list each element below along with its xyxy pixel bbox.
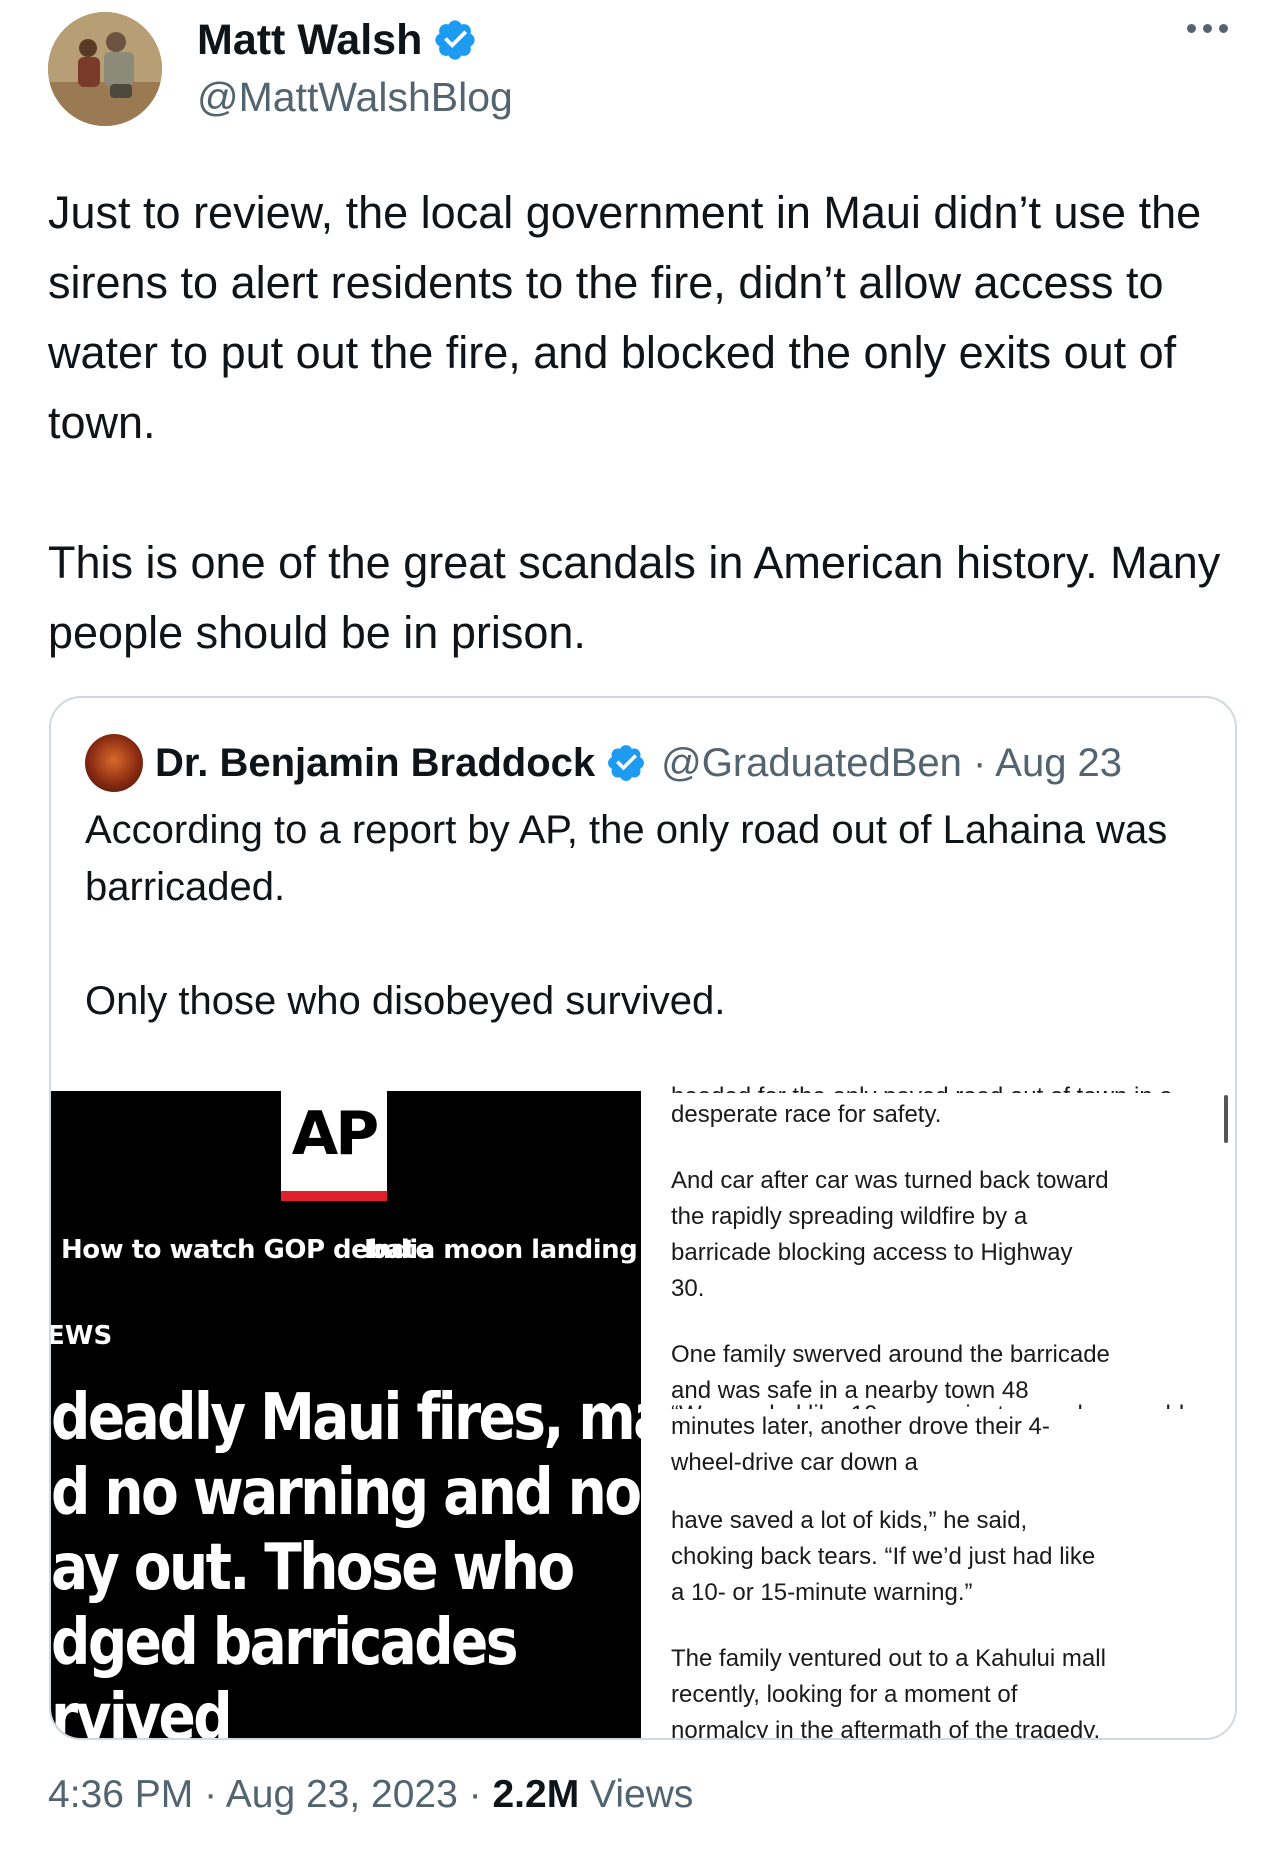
verified-badge-icon xyxy=(435,20,476,60)
more-dot xyxy=(1219,24,1228,33)
headline-line: d no warning and no xyxy=(51,1456,641,1530)
article-paragraph: The family ventured out to a Kahului mal… xyxy=(671,1645,1106,1740)
quoted-tweet-card[interactable]: Dr. Benjamin Braddock @GraduatedBen · Au… xyxy=(49,696,1237,1740)
quoted-paragraph: Only those who disobeyed survived. xyxy=(85,979,726,1023)
article-cut-line: headed for the only paved road out of to… xyxy=(671,1079,1173,1093)
tweet-page: Matt Walsh @MattWalshBlog Just to review… xyxy=(0,0,1284,1865)
article-paragraph: One family swerved around the barricade … xyxy=(671,1341,1110,1476)
ap-nav-link: India moon landing xyxy=(364,1235,638,1265)
tweet-paragraph: This is one of the great scandals in Ame… xyxy=(48,537,1221,658)
tweet-date[interactable]: Aug 23, 2023 xyxy=(226,1773,458,1816)
separator-dot: · xyxy=(468,1773,493,1816)
headline-line: rvived xyxy=(51,1681,233,1740)
ap-screenshot-left: AP How to watch GOP debate India moon la… xyxy=(51,1091,641,1740)
article-paragraph: And car after car was turned back toward… xyxy=(671,1167,1109,1302)
article-text: desperate race for safety. And car after… xyxy=(671,1097,1111,1740)
quoted-handle-date: @GraduatedBen · Aug 23 xyxy=(661,741,1123,785)
headline-line: ay out. Those who xyxy=(51,1531,575,1605)
scrollbar xyxy=(1224,1095,1228,1143)
author-avatar[interactable] xyxy=(48,12,162,126)
quoted-media-image[interactable]: AP How to watch GOP debate India moon la… xyxy=(51,1075,1235,1740)
quoted-tweet-text: According to a report by AP, the only ro… xyxy=(85,802,1205,1030)
ap-screenshot-right: headed for the only paved road out of to… xyxy=(641,1075,1235,1740)
verified-badge-icon xyxy=(608,745,645,781)
headline-line: deadly Maui fires, man xyxy=(51,1381,641,1455)
tweet-time[interactable]: 4:36 PM xyxy=(48,1773,193,1816)
separator-dot: · xyxy=(204,1773,226,1816)
article-cut-line: “We needed like 10 more minutes, and we … xyxy=(671,1397,1184,1409)
article-paragraph: desperate race for safety. xyxy=(671,1101,942,1128)
tweet-paragraph: Just to review, the local government in … xyxy=(48,187,1202,448)
tweet-metadata: 4:36 PM · Aug 23, 2023 · 2.2M Views xyxy=(48,1770,693,1820)
quoted-author-name: Dr. Benjamin Braddock xyxy=(155,741,596,785)
headline-line: dged barricades xyxy=(51,1606,519,1680)
author-handle[interactable]: @MattWalshBlog xyxy=(197,72,513,122)
author-name[interactable]: Matt Walsh xyxy=(197,14,422,66)
more-dot xyxy=(1203,24,1212,33)
article-paragraph: have saved a lot of kids,” he said, chok… xyxy=(671,1507,1096,1606)
ap-logo: AP xyxy=(281,1091,387,1201)
ap-headline: deadly Maui fires, man d no warning and … xyxy=(51,1381,641,1740)
tweet-text: Just to review, the local government in … xyxy=(48,178,1248,668)
quoted-paragraph: According to a report by AP, the only ro… xyxy=(85,808,1168,909)
ap-logo-text: AP xyxy=(291,1099,379,1169)
author-name-row[interactable]: Matt Walsh xyxy=(197,14,478,66)
more-dot xyxy=(1187,24,1196,33)
quoted-author-avatar xyxy=(85,734,143,792)
ap-section-label: EWS xyxy=(51,1321,113,1351)
views-label: Views xyxy=(590,1773,694,1816)
quoted-tweet-header: Dr. Benjamin Braddock @GraduatedBen · Au… xyxy=(85,734,1122,792)
more-options-icon[interactable] xyxy=(1183,18,1232,39)
avatar-photo-icon xyxy=(48,12,162,126)
views-count: 2.2M xyxy=(492,1773,580,1816)
ap-logo-bar xyxy=(281,1191,387,1201)
